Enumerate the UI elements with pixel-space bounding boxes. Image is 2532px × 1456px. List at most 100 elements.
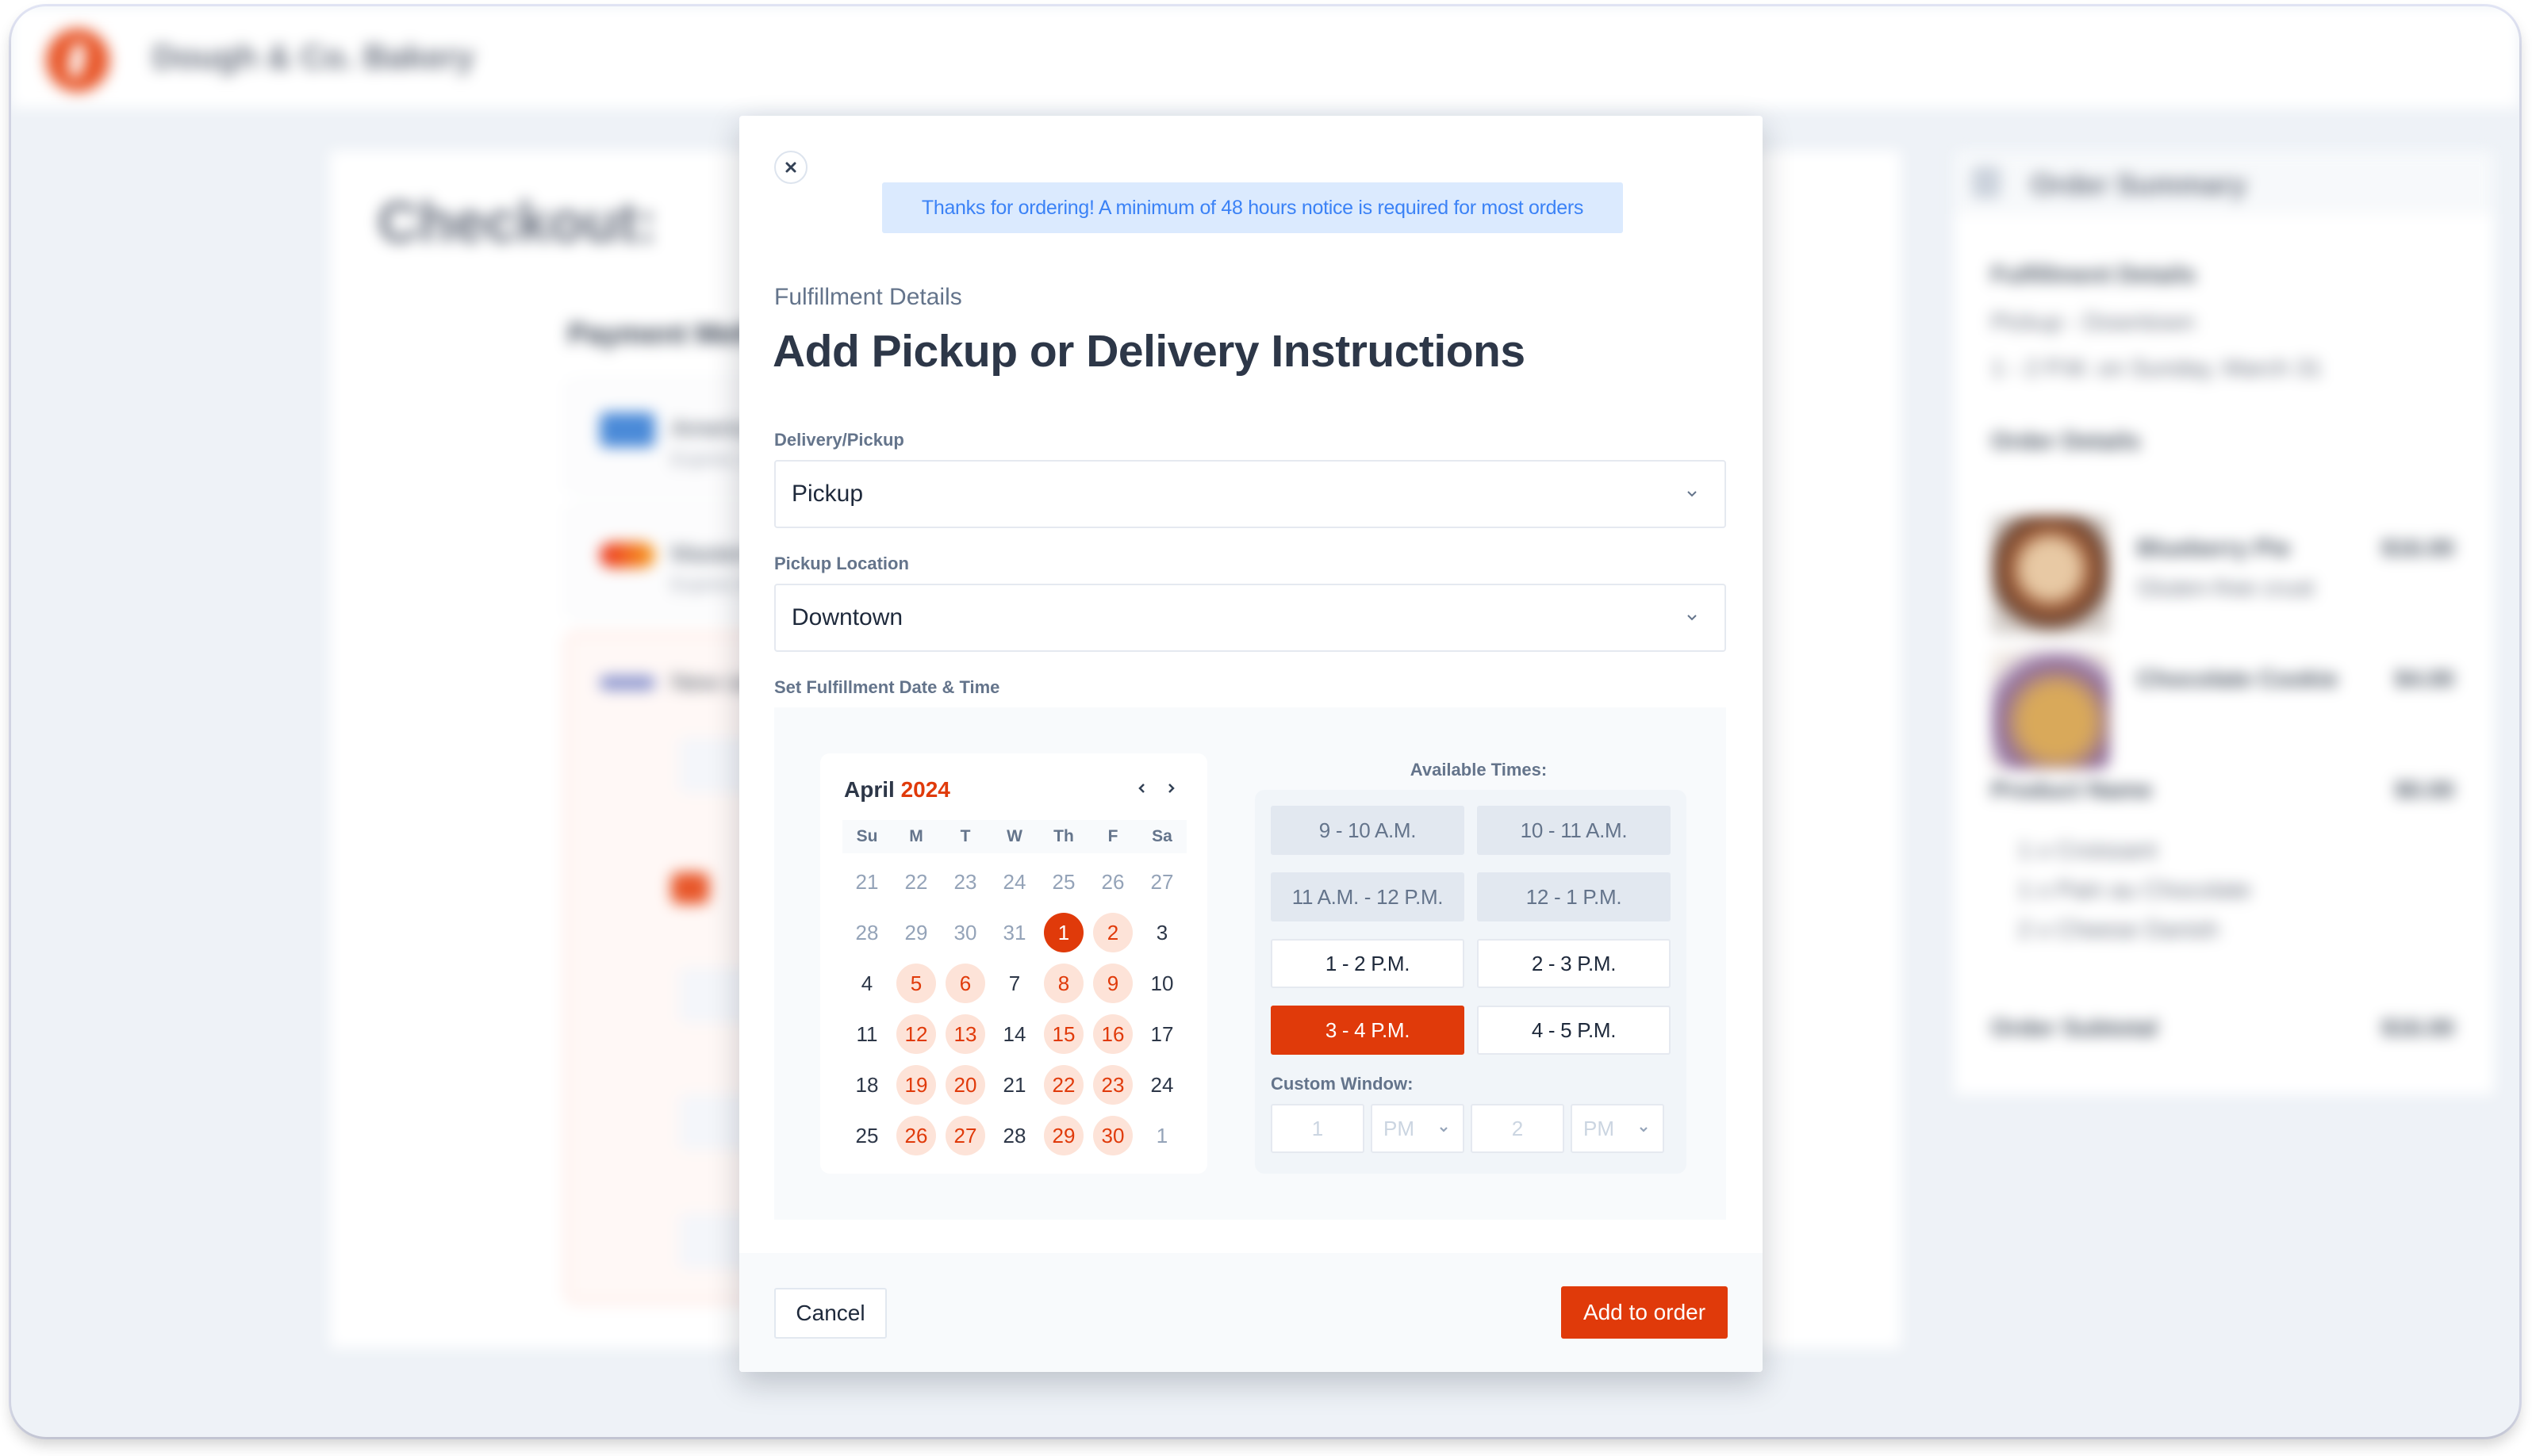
custom-end-ampm-select[interactable]: PM <box>1571 1104 1664 1153</box>
calendar-day-available[interactable]: 29 <box>1039 1110 1088 1161</box>
calendar-day-available[interactable]: 27 <box>941 1110 990 1161</box>
calendar-day[interactable]: 24 <box>1137 1059 1187 1110</box>
calendar-day-number: 15 <box>1044 1014 1084 1054</box>
calendar-day-outside-month[interactable]: 25 <box>1039 856 1088 907</box>
calendar-day[interactable]: 21 <box>990 1059 1039 1110</box>
cancel-button[interactable]: Cancel <box>774 1288 887 1339</box>
calendar-day[interactable]: 14 <box>990 1009 1039 1059</box>
calendar-day-outside-month[interactable]: 27 <box>1137 856 1187 907</box>
calendar-day-number: 7 <box>1008 971 1021 995</box>
calendar-day-number: 30 <box>1093 1116 1133 1155</box>
time-slot-disabled: 11 A.M. - 12 P.M. <box>1271 872 1464 921</box>
calendar-day-selected[interactable]: 1 <box>1039 907 1088 958</box>
calendar-day-available[interactable]: 20 <box>941 1059 990 1110</box>
custom-start-hour-input[interactable]: 1 <box>1271 1104 1364 1153</box>
blueberry-pie-image <box>1991 515 2110 634</box>
weekday-header: Su M T W Th F Sa <box>842 820 1187 853</box>
item-sub: Gluten-free crust <box>2137 575 2315 601</box>
calendar-day[interactable]: 7 <box>990 958 1039 1009</box>
close-button[interactable] <box>774 151 808 184</box>
calendar-day[interactable]: 3 <box>1137 907 1187 958</box>
chevron-down-icon <box>1687 491 1697 497</box>
calendar-day-number: 8 <box>1044 964 1084 1003</box>
calendar-day-available[interactable]: 16 <box>1088 1009 1137 1059</box>
calendar-day-outside-month[interactable]: 22 <box>892 856 941 907</box>
custom-start-placeholder: 1 <box>1311 1116 1324 1140</box>
calendar-day-outside-month[interactable]: 1 <box>1137 1110 1187 1161</box>
custom-start-ampm-select[interactable]: PM <box>1371 1104 1464 1153</box>
weekday-label: Th <box>1053 827 1074 845</box>
calendar-day-available[interactable]: 15 <box>1039 1009 1088 1059</box>
item-price: $16.00 <box>2381 535 2454 561</box>
calendar-day[interactable]: 25 <box>842 1110 892 1161</box>
calendar-day-number: 26 <box>896 1116 936 1155</box>
calendar-day-number: 24 <box>1150 1072 1174 1097</box>
fulfillment-heading: Fulfillment Details <box>1991 262 2196 288</box>
calendar-day-outside-month[interactable]: 28 <box>842 907 892 958</box>
calendar-day-number: 5 <box>896 964 936 1003</box>
calendar-day-available[interactable]: 19 <box>892 1059 941 1110</box>
calendar-day-available[interactable]: 8 <box>1039 958 1088 1009</box>
time-slot[interactable]: 1 - 2 P.M. <box>1271 939 1464 988</box>
calendar-day-available[interactable]: 5 <box>892 958 941 1009</box>
calendar-day-outside-month[interactable]: 23 <box>941 856 990 907</box>
calendar-day-available[interactable]: 13 <box>941 1009 990 1059</box>
time-slot[interactable]: 4 - 5 P.M. <box>1477 1006 1671 1055</box>
calendar-day-number: 18 <box>855 1072 879 1097</box>
calendar-day[interactable]: 10 <box>1137 958 1187 1009</box>
time-slot-selected[interactable]: 3 - 4 P.M. <box>1271 1006 1464 1055</box>
modal-eyebrow: Fulfillment Details <box>774 284 962 310</box>
calendar-day-available[interactable]: 30 <box>1088 1110 1137 1161</box>
calendar: April 2024 Su M T W Th F Sa 21 22 23 24 25 26 27 28 29… <box>820 753 1207 1174</box>
calendar-day[interactable]: 17 <box>1137 1009 1187 1059</box>
calendar-day-available[interactable]: 26 <box>892 1110 941 1161</box>
custom-end-hour-input[interactable]: 2 <box>1471 1104 1564 1153</box>
order-summary-panel: Order Summary Fulfillment Details Pickup… <box>1955 151 2494 1094</box>
calendar-day-outside-month[interactable]: 30 <box>941 907 990 958</box>
order-summary-title: Order Summary <box>2031 168 2247 201</box>
delivery-pickup-value: Pickup <box>792 481 864 507</box>
checkbox-icon[interactable] <box>671 872 709 904</box>
checkout-title: Checkout: <box>378 191 658 255</box>
bundle-item: 2 x Cheese Danish <box>2018 917 2219 943</box>
calendar-day-outside-month[interactable]: 31 <box>990 907 1039 958</box>
calendar-day-number: 30 <box>953 920 977 944</box>
time-slot-disabled: 9 - 10 A.M. <box>1271 806 1464 855</box>
calendar-day-available[interactable]: 12 <box>892 1009 941 1059</box>
fulfillment-line: Pickup - Downtown <box>1991 309 2195 335</box>
pickup-location-select[interactable]: Downtown <box>774 584 1726 652</box>
bundle-item: 1 x Croissant <box>2018 837 2158 864</box>
calendar-day-outside-month[interactable]: 24 <box>990 856 1039 907</box>
pickup-location-value: Downtown <box>792 604 903 630</box>
calendar-day[interactable]: 11 <box>842 1009 892 1059</box>
generic-card-icon <box>600 676 655 690</box>
weekday-label: Su <box>856 827 878 845</box>
calendar-day[interactable]: 4 <box>842 958 892 1009</box>
add-to-order-button[interactable]: Add to order <box>1561 1286 1728 1339</box>
time-slots: Custom Window: 1 PM 2 PM 9 - 10 A.M. 10 -… <box>1255 790 1686 1174</box>
calendar-day[interactable]: 28 <box>990 1110 1039 1161</box>
available-times-title: Available Times: <box>1410 760 1548 780</box>
delivery-pickup-select[interactable]: Pickup <box>774 460 1726 528</box>
calendar-day-available[interactable]: 22 <box>1039 1059 1088 1110</box>
fulfillment-modal: Thanks for ordering! A minimum of 48 hou… <box>739 116 1763 1372</box>
custom-start-ampm-value: PM <box>1383 1116 1414 1140</box>
calendar-day-outside-month[interactable]: 26 <box>1088 856 1137 907</box>
calendar-day[interactable]: 18 <box>842 1059 892 1110</box>
next-month-button[interactable] <box>1161 779 1180 798</box>
calendar-day-available[interactable]: 2 <box>1088 907 1137 958</box>
calendar-day-available[interactable]: 23 <box>1088 1059 1137 1110</box>
calendar-day-outside-month[interactable]: 21 <box>842 856 892 907</box>
modal-title: Add Pickup or Delivery Instructions <box>773 326 1525 377</box>
calendar-day-number: 29 <box>904 920 928 944</box>
datetime-panel: April 2024 Su M T W Th F Sa 21 22 23 24 25 26 27 28 29… <box>774 707 1726 1220</box>
bakery-logo-icon <box>46 29 109 92</box>
calendar-day-number: 28 <box>855 920 879 944</box>
calendar-day-available[interactable]: 9 <box>1088 958 1137 1009</box>
calendar-day-number: 9 <box>1093 964 1133 1003</box>
previous-month-button[interactable] <box>1133 779 1152 798</box>
time-slot[interactable]: 2 - 3 P.M. <box>1477 939 1671 988</box>
calendar-day-available[interactable]: 6 <box>941 958 990 1009</box>
item-name: Chocolate Cookie <box>2137 666 2338 692</box>
calendar-day-outside-month[interactable]: 29 <box>892 907 941 958</box>
